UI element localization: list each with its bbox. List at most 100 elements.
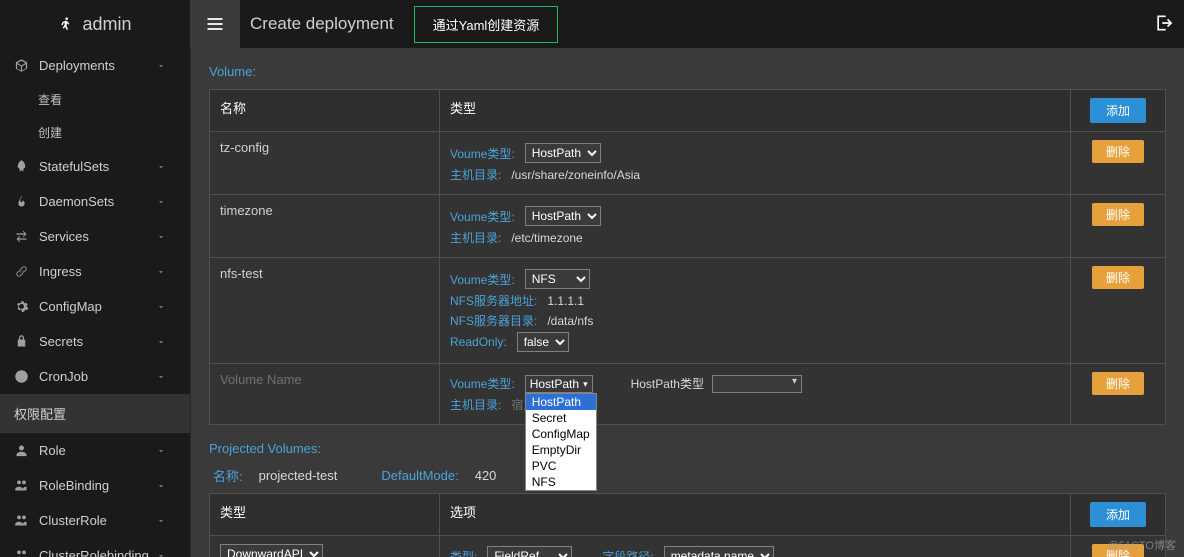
sidebar-group-permissions: 权限配置 bbox=[0, 394, 190, 433]
volume-type-select[interactable]: NFS bbox=[525, 269, 590, 289]
label-volumetype: Voume类型: bbox=[450, 145, 515, 162]
users-icon bbox=[14, 548, 29, 557]
label-nfsaddr: NFS服务器地址: bbox=[450, 292, 537, 309]
label-readonly: ReadOnly: bbox=[450, 335, 507, 349]
chevron-down-icon bbox=[156, 551, 166, 557]
projected-section-title: Projected Volumes: bbox=[209, 441, 1166, 456]
subtype-select[interactable]: FieldRef bbox=[487, 546, 572, 557]
volume-header-name: 名称 bbox=[210, 90, 440, 132]
brand: admin bbox=[0, 13, 190, 35]
volume-delete-button[interactable]: 删除 bbox=[1092, 140, 1144, 163]
clock-icon bbox=[14, 369, 29, 384]
users-icon bbox=[14, 513, 29, 528]
value-nfsdir: /data/nfs bbox=[547, 314, 593, 328]
fire-icon bbox=[14, 194, 29, 209]
volume-delete-button[interactable]: 删除 bbox=[1092, 203, 1144, 226]
dropdown-option[interactable]: ConfigMap bbox=[526, 426, 596, 442]
fieldpath-select[interactable]: metadata.name bbox=[664, 546, 774, 557]
label-volumetype: Voume类型: bbox=[450, 271, 515, 288]
page-title: Create deployment bbox=[250, 14, 394, 34]
chevron-down-icon bbox=[156, 302, 166, 312]
hamburger-icon bbox=[205, 14, 225, 34]
cube-icon bbox=[14, 58, 29, 73]
projected-table: 类型 选项 添加 DownwardAPI 类型: FieldRef bbox=[209, 493, 1166, 557]
sidebar-item-configmap[interactable]: ConfigMap bbox=[0, 289, 190, 324]
dropdown-option[interactable]: PVC bbox=[526, 458, 596, 474]
user-icon bbox=[14, 443, 29, 458]
value-proj-name: projected-test bbox=[259, 468, 338, 483]
sidebar-item-label: Role bbox=[39, 443, 156, 458]
volume-name: nfs-test bbox=[210, 258, 440, 364]
link-icon bbox=[14, 264, 29, 279]
volume-name: tz-config bbox=[210, 132, 440, 195]
sidebar-item-label: ClusterRolebinding bbox=[39, 548, 156, 557]
volume-delete-button[interactable]: 删除 bbox=[1092, 266, 1144, 289]
volume-row-new: Volume Name Voume类型: HostPath▾ HostPath … bbox=[210, 364, 1166, 425]
label-hostpathtype: HostPath类型 bbox=[631, 375, 704, 392]
brand-text: admin bbox=[82, 14, 131, 35]
chevron-down-icon bbox=[156, 337, 166, 347]
volume-delete-button[interactable]: 删除 bbox=[1092, 372, 1144, 395]
volume-type-select[interactable]: HostPath bbox=[525, 206, 601, 226]
volume-add-button[interactable]: 添加 bbox=[1090, 98, 1146, 123]
sidebar-item-clusterrole[interactable]: ClusterRole bbox=[0, 503, 190, 538]
sidebar-item-daemonsets[interactable]: DaemonSets bbox=[0, 184, 190, 219]
volume-row: tz-config Voume类型: HostPath 主机目录: /usr/s… bbox=[210, 132, 1166, 195]
sidebar-item-clusterrolebinding[interactable]: ClusterRolebinding bbox=[0, 538, 190, 557]
main-content: Volume: 名称 类型 添加 tz-config Voume类型: Host… bbox=[190, 48, 1184, 557]
volume-type-select[interactable]: HostPath bbox=[525, 143, 601, 163]
sidebar-item-label: ClusterRole bbox=[39, 513, 156, 528]
chevron-down-icon bbox=[156, 516, 166, 526]
sidebar-item-services[interactable]: Services bbox=[0, 219, 190, 254]
dropdown-option[interactable]: HostPath bbox=[526, 394, 596, 410]
sidebar-sub-view[interactable]: 查看 bbox=[0, 83, 190, 116]
label-hostdir: 主机目录: bbox=[450, 166, 501, 183]
projected-meta: 名称: projected-test DefaultMode: 420 bbox=[213, 466, 1166, 485]
chevron-down-icon bbox=[156, 197, 166, 207]
sidebar-item-statefulsets[interactable]: StatefulSets bbox=[0, 149, 190, 184]
hostpath-type-select[interactable] bbox=[712, 375, 802, 393]
sidebar-sub-create[interactable]: 创建 bbox=[0, 116, 190, 149]
value-nfsaddr: 1.1.1.1 bbox=[547, 294, 584, 308]
sidebar-item-cronjob[interactable]: CronJob bbox=[0, 359, 190, 394]
volume-type-dropdown[interactable]: HostPath Secret ConfigMap EmptyDir PVC N… bbox=[525, 393, 597, 491]
dropdown-option[interactable]: Secret bbox=[526, 410, 596, 426]
lock-icon bbox=[14, 334, 29, 349]
sidebar-item-ingress[interactable]: Ingress bbox=[0, 254, 190, 289]
chevron-down-icon bbox=[156, 372, 166, 382]
hamburger-button[interactable] bbox=[190, 0, 240, 48]
sidebar-item-label: Ingress bbox=[39, 264, 156, 279]
volume-type-select[interactable]: HostPath▾ bbox=[525, 375, 593, 393]
dropdown-option[interactable]: EmptyDir bbox=[526, 442, 596, 458]
projected-add-button[interactable]: 添加 bbox=[1090, 502, 1146, 527]
chevron-up-icon bbox=[156, 61, 166, 71]
label-nfsdir: NFS服务器目录: bbox=[450, 312, 537, 329]
projected-type-select[interactable]: DownwardAPI bbox=[220, 544, 323, 557]
chevron-down-icon bbox=[156, 446, 166, 456]
create-via-yaml-button[interactable]: 通过Yaml创建资源 bbox=[414, 6, 559, 43]
sidebar-item-deployments[interactable]: Deployments bbox=[0, 48, 190, 83]
chevron-down-icon bbox=[156, 162, 166, 172]
sidebar-item-secrets[interactable]: Secrets bbox=[0, 324, 190, 359]
dropdown-option[interactable]: NFS bbox=[526, 474, 596, 490]
chevron-down-icon bbox=[156, 232, 166, 242]
volume-name-input[interactable]: Volume Name bbox=[220, 372, 302, 387]
chevron-down-icon bbox=[156, 267, 166, 277]
readonly-select[interactable]: false bbox=[517, 332, 569, 352]
sidebar: Deployments 查看 创建 StatefulSets DaemonSet… bbox=[0, 48, 190, 557]
label-defaultmode: DefaultMode: bbox=[381, 468, 458, 483]
logout-button[interactable] bbox=[1154, 13, 1174, 36]
volume-header-type: 类型 bbox=[440, 90, 1071, 132]
label-volumetype: Voume类型: bbox=[450, 208, 515, 225]
sidebar-item-label: Secrets bbox=[39, 334, 156, 349]
label-volumetype: Voume类型: bbox=[450, 375, 515, 392]
label-fieldpath: 字段路径: bbox=[602, 548, 653, 557]
label-proj-name: 名称: bbox=[213, 466, 243, 485]
rocket-icon bbox=[14, 159, 29, 174]
arrows-icon bbox=[14, 229, 29, 244]
label-ptype: 类型: bbox=[450, 548, 477, 557]
sidebar-item-rolebinding[interactable]: RoleBinding bbox=[0, 468, 190, 503]
label-hostdir: 主机目录: bbox=[450, 229, 501, 246]
sidebar-item-role[interactable]: Role bbox=[0, 433, 190, 468]
volume-row: nfs-test Voume类型: NFS NFS服务器地址: 1.1.1.1 … bbox=[210, 258, 1166, 364]
